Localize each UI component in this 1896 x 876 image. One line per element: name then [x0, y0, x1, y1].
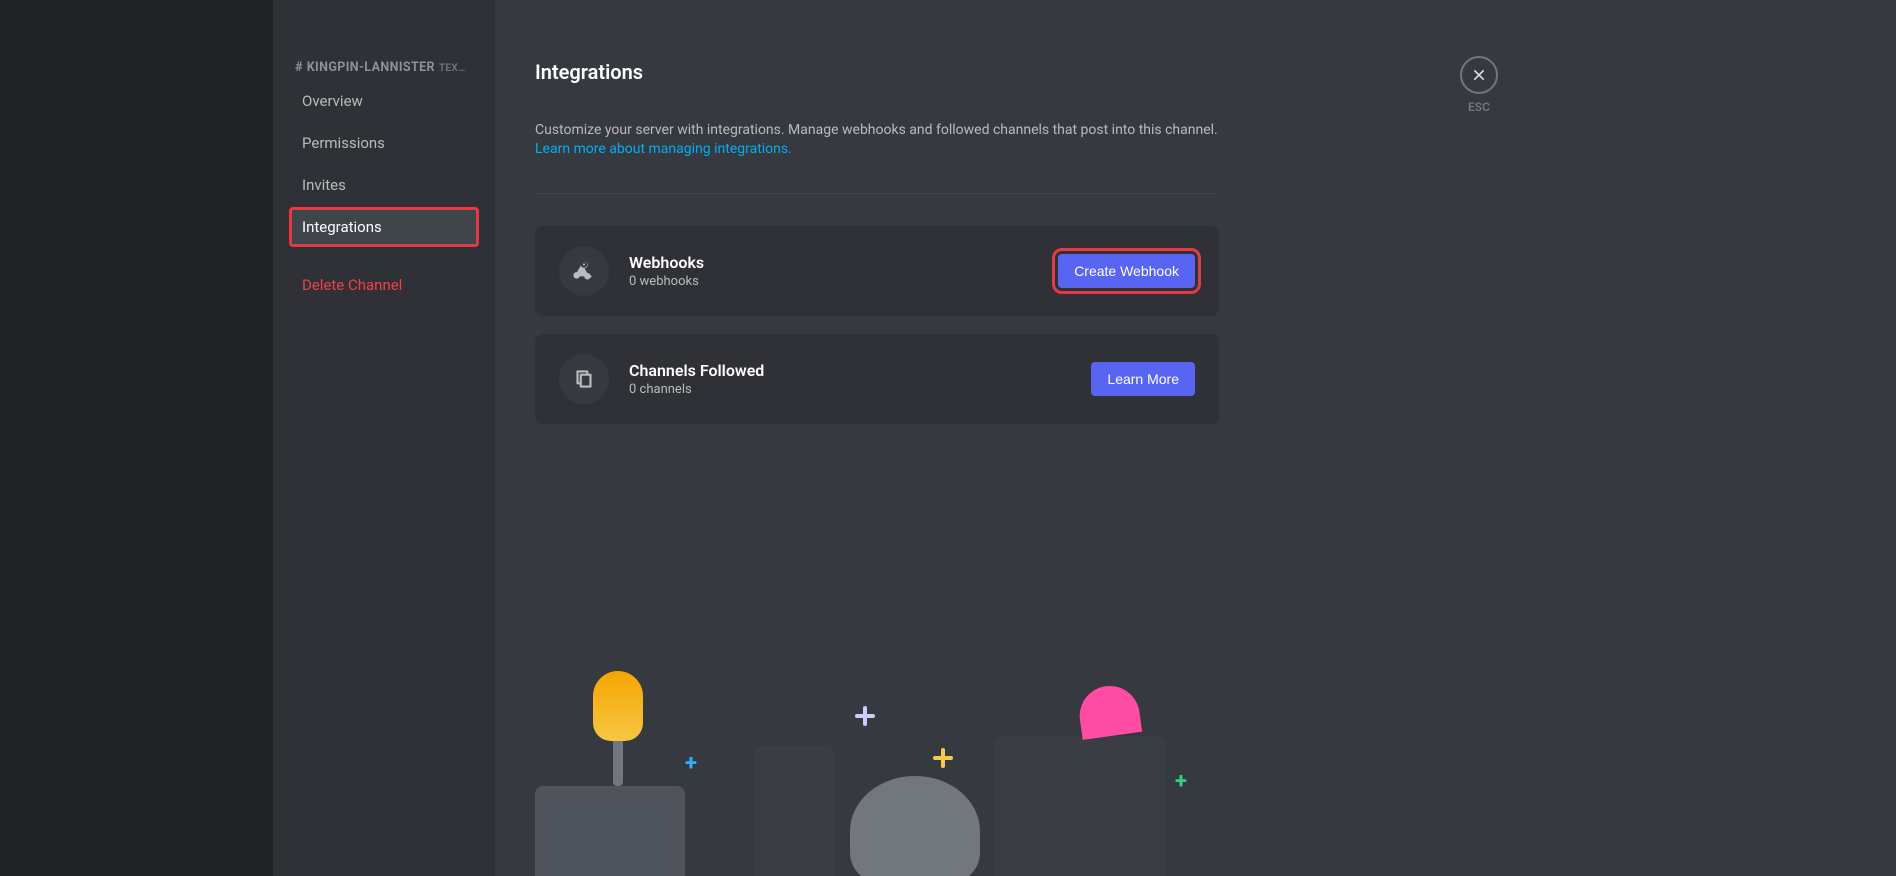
channels-followed-title: Channels Followed — [629, 361, 1091, 380]
left-gutter — [0, 0, 273, 876]
sidebar-item-overview[interactable]: Overview — [289, 81, 479, 121]
channels-followed-card: Channels Followed 0 channels Learn More — [535, 334, 1219, 424]
page-description: Customize your server with integrations.… — [535, 120, 1235, 141]
close-icon — [1460, 56, 1498, 94]
sidebar-item-label: Invites — [302, 176, 346, 194]
main-content: ESC Integrations Customize your server w… — [495, 0, 1554, 876]
sidebar-item-invites[interactable]: Invites — [289, 165, 479, 205]
webhooks-card-text: Webhooks 0 webhooks — [629, 253, 1058, 289]
page-title: Integrations — [535, 60, 1514, 84]
channels-followed-card-text: Channels Followed 0 channels — [629, 361, 1091, 397]
esc-label: ESC — [1468, 100, 1490, 114]
channel-name: KINGPIN-LANNISTER — [307, 60, 435, 75]
webhooks-subtitle: 0 webhooks — [629, 274, 1058, 289]
sidebar-item-label: Delete Channel — [302, 276, 402, 294]
decorative-illustration: + + — [535, 686, 1219, 876]
sidebar-item-delete-channel[interactable]: Delete Channel — [289, 265, 479, 305]
sidebar-item-label: Permissions — [302, 134, 385, 152]
webhooks-card: Webhooks 0 webhooks Create Webhook — [535, 226, 1219, 316]
channel-header: # KINGPIN-LANNISTER TEX… — [289, 60, 479, 81]
sidebar-item-label: Overview — [302, 92, 363, 110]
settings-sidebar: # KINGPIN-LANNISTER TEX… Overview Permis… — [273, 0, 495, 876]
learn-more-link[interactable]: Learn more about managing integrations. — [535, 141, 1514, 157]
webhooks-title: Webhooks — [629, 253, 1058, 272]
sidebar-item-permissions[interactable]: Permissions — [289, 123, 479, 163]
close-button[interactable]: ESC — [1460, 56, 1498, 114]
webhook-icon — [559, 246, 609, 296]
learn-more-button[interactable]: Learn More — [1091, 362, 1195, 396]
sidebar-item-label: Integrations — [302, 218, 382, 236]
divider — [535, 193, 1219, 194]
create-webhook-button[interactable]: Create Webhook — [1058, 254, 1195, 288]
hash-icon: # — [295, 60, 303, 75]
app-root: # KINGPIN-LANNISTER TEX… Overview Permis… — [0, 0, 1896, 876]
right-gutter — [1554, 0, 1896, 876]
channels-followed-subtitle: 0 channels — [629, 382, 1091, 397]
channel-type-suffix: TEX… — [439, 63, 466, 74]
channels-followed-icon — [559, 354, 609, 404]
sidebar-item-integrations[interactable]: Integrations — [289, 207, 479, 247]
